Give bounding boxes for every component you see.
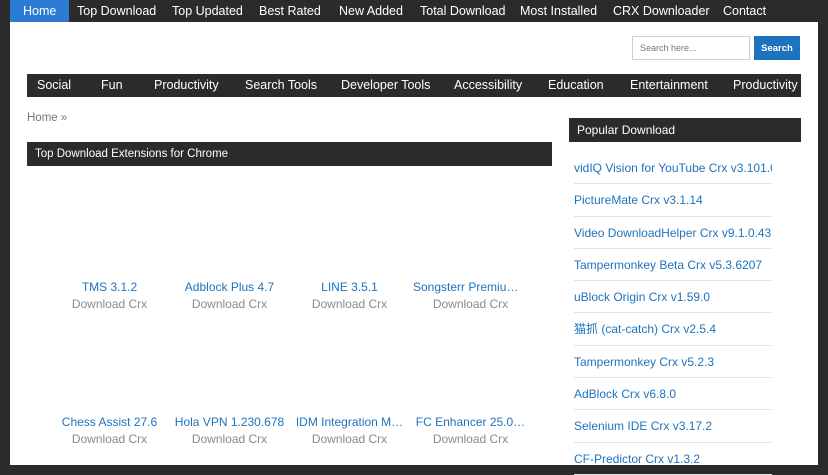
extension-tile[interactable]: Adblock Plus 4.7 Download Crx <box>172 279 287 312</box>
page-content: Search Social Fun Productivity Search To… <box>10 22 818 475</box>
category-productivity[interactable]: Productivity <box>154 74 219 97</box>
extension-tile[interactable]: Chess Assist 27.6 Download Crx <box>52 414 167 447</box>
breadcrumb[interactable]: Home » <box>27 112 67 124</box>
popular-download-list: vidIQ Vision for YouTube Crx v3.101.0 Pi… <box>574 152 772 475</box>
category-search-tools[interactable]: Search Tools <box>245 74 317 97</box>
extension-name[interactable]: FC Enhancer 25.0… <box>413 414 528 430</box>
extension-tile[interactable]: Songsterr Premium… Download Crx <box>413 279 528 312</box>
download-crx-label: Download Crx <box>311 432 388 446</box>
category-accessibility[interactable]: Accessibility <box>454 74 522 97</box>
nav-best-rated[interactable]: Best Rated <box>259 0 321 22</box>
extension-tile[interactable]: FC Enhancer 25.0… Download Crx <box>413 414 528 447</box>
category-entertainment[interactable]: Entertainment <box>630 74 708 97</box>
popular-item[interactable]: CF-Predictor Crx v1.3.2 <box>574 443 772 475</box>
popular-item[interactable]: vidIQ Vision for YouTube Crx v3.101.0 <box>574 152 772 185</box>
nav-most-installed[interactable]: Most Installed <box>520 0 597 22</box>
popular-item[interactable]: Selenium IDE Crx v3.17.2 <box>574 410 772 443</box>
category-developer-tools[interactable]: Developer Tools <box>341 74 430 97</box>
nav-contact[interactable]: Contact <box>723 0 766 22</box>
popular-item[interactable]: Tampermonkey Beta Crx v5.3.6207 <box>574 249 772 282</box>
popular-item[interactable]: uBlock Origin Crx v1.59.0 <box>574 281 772 314</box>
download-crx-label: Download Crx <box>191 297 268 311</box>
popular-item[interactable]: 猫抓 (cat-catch) Crx v2.5.4 <box>574 313 772 346</box>
extension-tile[interactable]: Hola VPN 1.230.678 Download Crx <box>172 414 287 447</box>
download-crx-label: Download Crx <box>432 297 509 311</box>
nav-top-download[interactable]: Top Download <box>77 0 156 22</box>
extension-name[interactable]: LINE 3.5.1 <box>292 279 407 295</box>
download-crx-label: Download Crx <box>191 432 268 446</box>
download-crx-label: Download Crx <box>71 432 148 446</box>
section-title: Top Download Extensions for Chrome <box>27 142 552 166</box>
extension-name[interactable]: TMS 3.1.2 <box>52 279 167 295</box>
nav-top-updated[interactable]: Top Updated <box>172 0 243 22</box>
top-nav: Home Top Download Top Updated Best Rated… <box>0 0 828 22</box>
extension-name[interactable]: IDM Integration M… <box>292 414 407 430</box>
extension-name[interactable]: Hola VPN 1.230.678 <box>172 414 287 430</box>
extension-tile[interactable]: TMS 3.1.2 Download Crx <box>52 279 167 312</box>
extension-tile[interactable]: IDM Integration M… Download Crx <box>292 414 407 447</box>
popular-download-title: Popular Download <box>569 118 801 142</box>
extension-name[interactable]: Adblock Plus 4.7 <box>172 279 287 295</box>
nav-total-download[interactable]: Total Download <box>420 0 505 22</box>
category-productivity-2[interactable]: Productivity <box>733 74 798 97</box>
download-crx-label: Download Crx <box>71 297 148 311</box>
category-social[interactable]: Social <box>37 74 71 97</box>
extension-tile[interactable]: LINE 3.5.1 Download Crx <box>292 279 407 312</box>
popular-item[interactable]: AdBlock Crx v6.8.0 <box>574 378 772 411</box>
extension-name[interactable]: Songsterr Premium… <box>413 279 528 295</box>
download-crx-label: Download Crx <box>311 297 388 311</box>
popular-item[interactable]: PictureMate Crx v3.1.14 <box>574 184 772 217</box>
extension-name[interactable]: Chess Assist 27.6 <box>52 414 167 430</box>
download-crx-label: Download Crx <box>432 432 509 446</box>
category-education[interactable]: Education <box>548 74 604 97</box>
nav-new-added[interactable]: New Added <box>339 0 403 22</box>
popular-item[interactable]: Video DownloadHelper Crx v9.1.0.43 <box>574 217 772 249</box>
popular-item[interactable]: Tampermonkey Crx v5.2.3 <box>574 346 772 379</box>
category-nav: Social Fun Productivity Search Tools Dev… <box>27 74 801 97</box>
nav-home[interactable]: Home <box>10 0 70 22</box>
nav-crx-downloader[interactable]: CRX Downloader <box>613 0 710 22</box>
category-fun[interactable]: Fun <box>101 74 123 97</box>
search-input[interactable] <box>632 36 750 60</box>
search-button[interactable]: Search <box>754 36 800 60</box>
